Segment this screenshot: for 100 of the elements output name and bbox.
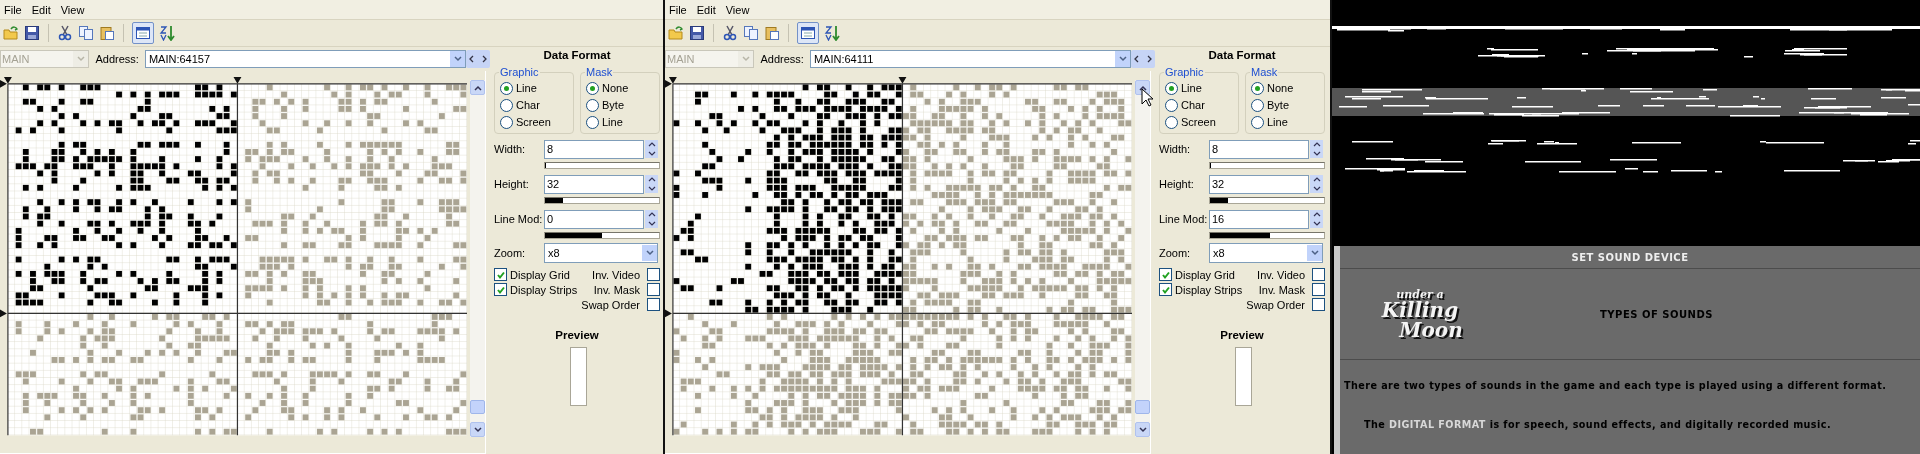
radio-option[interactable]: Line [1251,115,1320,129]
radio-option[interactable]: Screen [1165,115,1234,129]
number-field[interactable]: 32 [544,175,644,194]
scrollbar-thumb[interactable] [1135,400,1150,414]
caret-down-icon[interactable] [1117,54,1128,64]
menu-item[interactable]: View [56,3,91,16]
radio-button[interactable] [586,115,599,129]
spin-down-button[interactable] [1310,149,1323,158]
radio-option[interactable]: Line [500,81,569,95]
spin-up-button[interactable] [1310,140,1323,149]
checkbox-option[interactable]: Swap Order [577,298,660,311]
radio-button[interactable] [1251,115,1264,129]
sort-icon[interactable] [824,25,840,41]
radio-option[interactable]: Line [586,115,655,129]
checkbox-option[interactable]: Swap Order [1242,298,1325,311]
spin-down-button[interactable] [1310,219,1323,228]
checkbox-option[interactable]: Display Grid [1159,268,1243,281]
checkbox[interactable] [494,283,507,296]
cut-icon[interactable] [57,25,73,41]
spin-up-button[interactable] [645,140,658,149]
slider-track[interactable] [544,232,660,239]
radio-option[interactable]: Char [500,98,569,112]
checkbox[interactable] [647,283,660,296]
menu-item[interactable]: Edit [27,3,57,16]
spin-down-button[interactable] [645,149,658,158]
checkbox[interactable] [1312,268,1325,281]
spin-down-button[interactable] [1310,184,1323,193]
save-icon[interactable] [24,25,40,41]
radio-option[interactable]: None [1251,81,1320,95]
radio-button[interactable] [1165,98,1178,112]
sort-icon[interactable] [159,25,175,41]
menu-item[interactable]: View [721,3,756,16]
radio-button[interactable] [500,98,513,112]
scroll-down-button[interactable] [1135,422,1150,437]
pixel-grid-drawing[interactable] [0,74,467,438]
checkbox[interactable] [494,268,507,281]
number-field[interactable]: 16 [1209,210,1309,229]
save-icon[interactable] [689,25,705,41]
menu-item[interactable]: File [665,3,693,16]
checkbox-option[interactable]: Inv. Video [577,268,660,281]
paste-icon[interactable] [764,25,780,41]
slider-track[interactable] [1209,162,1325,169]
radio-button[interactable] [1165,115,1178,129]
radio-button[interactable] [1251,81,1264,95]
caret-down-icon[interactable] [452,54,463,64]
open-folder-icon[interactable] [3,25,19,41]
checkbox-option[interactable]: Display Grid [494,268,578,281]
radio-button[interactable] [500,115,513,129]
cut-icon[interactable] [722,25,738,41]
slider-track[interactable] [1209,232,1325,239]
scroll-down-button[interactable] [470,422,485,437]
paste-icon[interactable] [99,25,115,41]
radio-option[interactable]: Char [1165,98,1234,112]
menu-item[interactable]: Edit [692,3,722,16]
slider-track[interactable] [1209,197,1325,204]
view-toggle-button[interactable] [797,22,819,44]
spin-up-button[interactable] [1310,175,1323,184]
scroll-up-button[interactable] [470,80,485,95]
address-field[interactable]: MAIN:64157 [144,50,466,68]
zoom-dropdown[interactable]: x8 [1209,243,1323,263]
checkbox[interactable] [647,298,660,311]
spin-up-button[interactable] [1310,210,1323,219]
menu-item[interactable]: File [0,3,28,16]
scrollbar-thumb[interactable] [470,400,485,414]
number-field[interactable]: 0 [544,210,644,229]
number-field[interactable]: 8 [544,140,644,159]
spin-up-button[interactable] [645,175,658,184]
address-field[interactable]: MAIN:64111 [809,50,1131,68]
open-folder-icon[interactable] [668,25,684,41]
checkbox[interactable] [1312,283,1325,296]
spin-down-button[interactable] [645,184,658,193]
spin-down-button[interactable] [645,219,658,228]
slider-track[interactable] [544,197,660,204]
number-field[interactable]: 8 [1209,140,1309,159]
number-field[interactable]: 32 [1209,175,1309,194]
radio-button[interactable] [500,81,513,95]
zoom-dropdown[interactable]: x8 [544,243,658,263]
checkbox[interactable] [647,268,660,281]
radio-button[interactable] [1165,81,1178,95]
checkbox-option[interactable]: Display Strips [494,283,578,296]
checkbox-option[interactable]: Inv. Video [1242,268,1325,281]
checkbox-option[interactable]: Inv. Mask [1242,283,1325,296]
caret-down-icon[interactable] [644,248,655,258]
checkbox-option[interactable]: Display Strips [1159,283,1243,296]
radio-option[interactable]: None [586,81,655,95]
radio-button[interactable] [1251,98,1264,112]
checkbox[interactable] [1159,268,1172,281]
checkbox[interactable] [1312,298,1325,311]
radio-button[interactable] [586,98,599,112]
checkbox-option[interactable]: Inv. Mask [577,283,660,296]
caret-down-icon[interactable] [1309,248,1320,258]
radio-option[interactable]: Byte [586,98,655,112]
checkbox[interactable] [1159,283,1172,296]
radio-button[interactable] [586,81,599,95]
pixel-grid-drawing[interactable] [665,74,1132,438]
view-toggle-button[interactable] [132,22,154,44]
copy-icon[interactable] [78,25,94,41]
radio-option[interactable]: Screen [500,115,569,129]
radio-option[interactable]: Byte [1251,98,1320,112]
spin-up-button[interactable] [645,210,658,219]
